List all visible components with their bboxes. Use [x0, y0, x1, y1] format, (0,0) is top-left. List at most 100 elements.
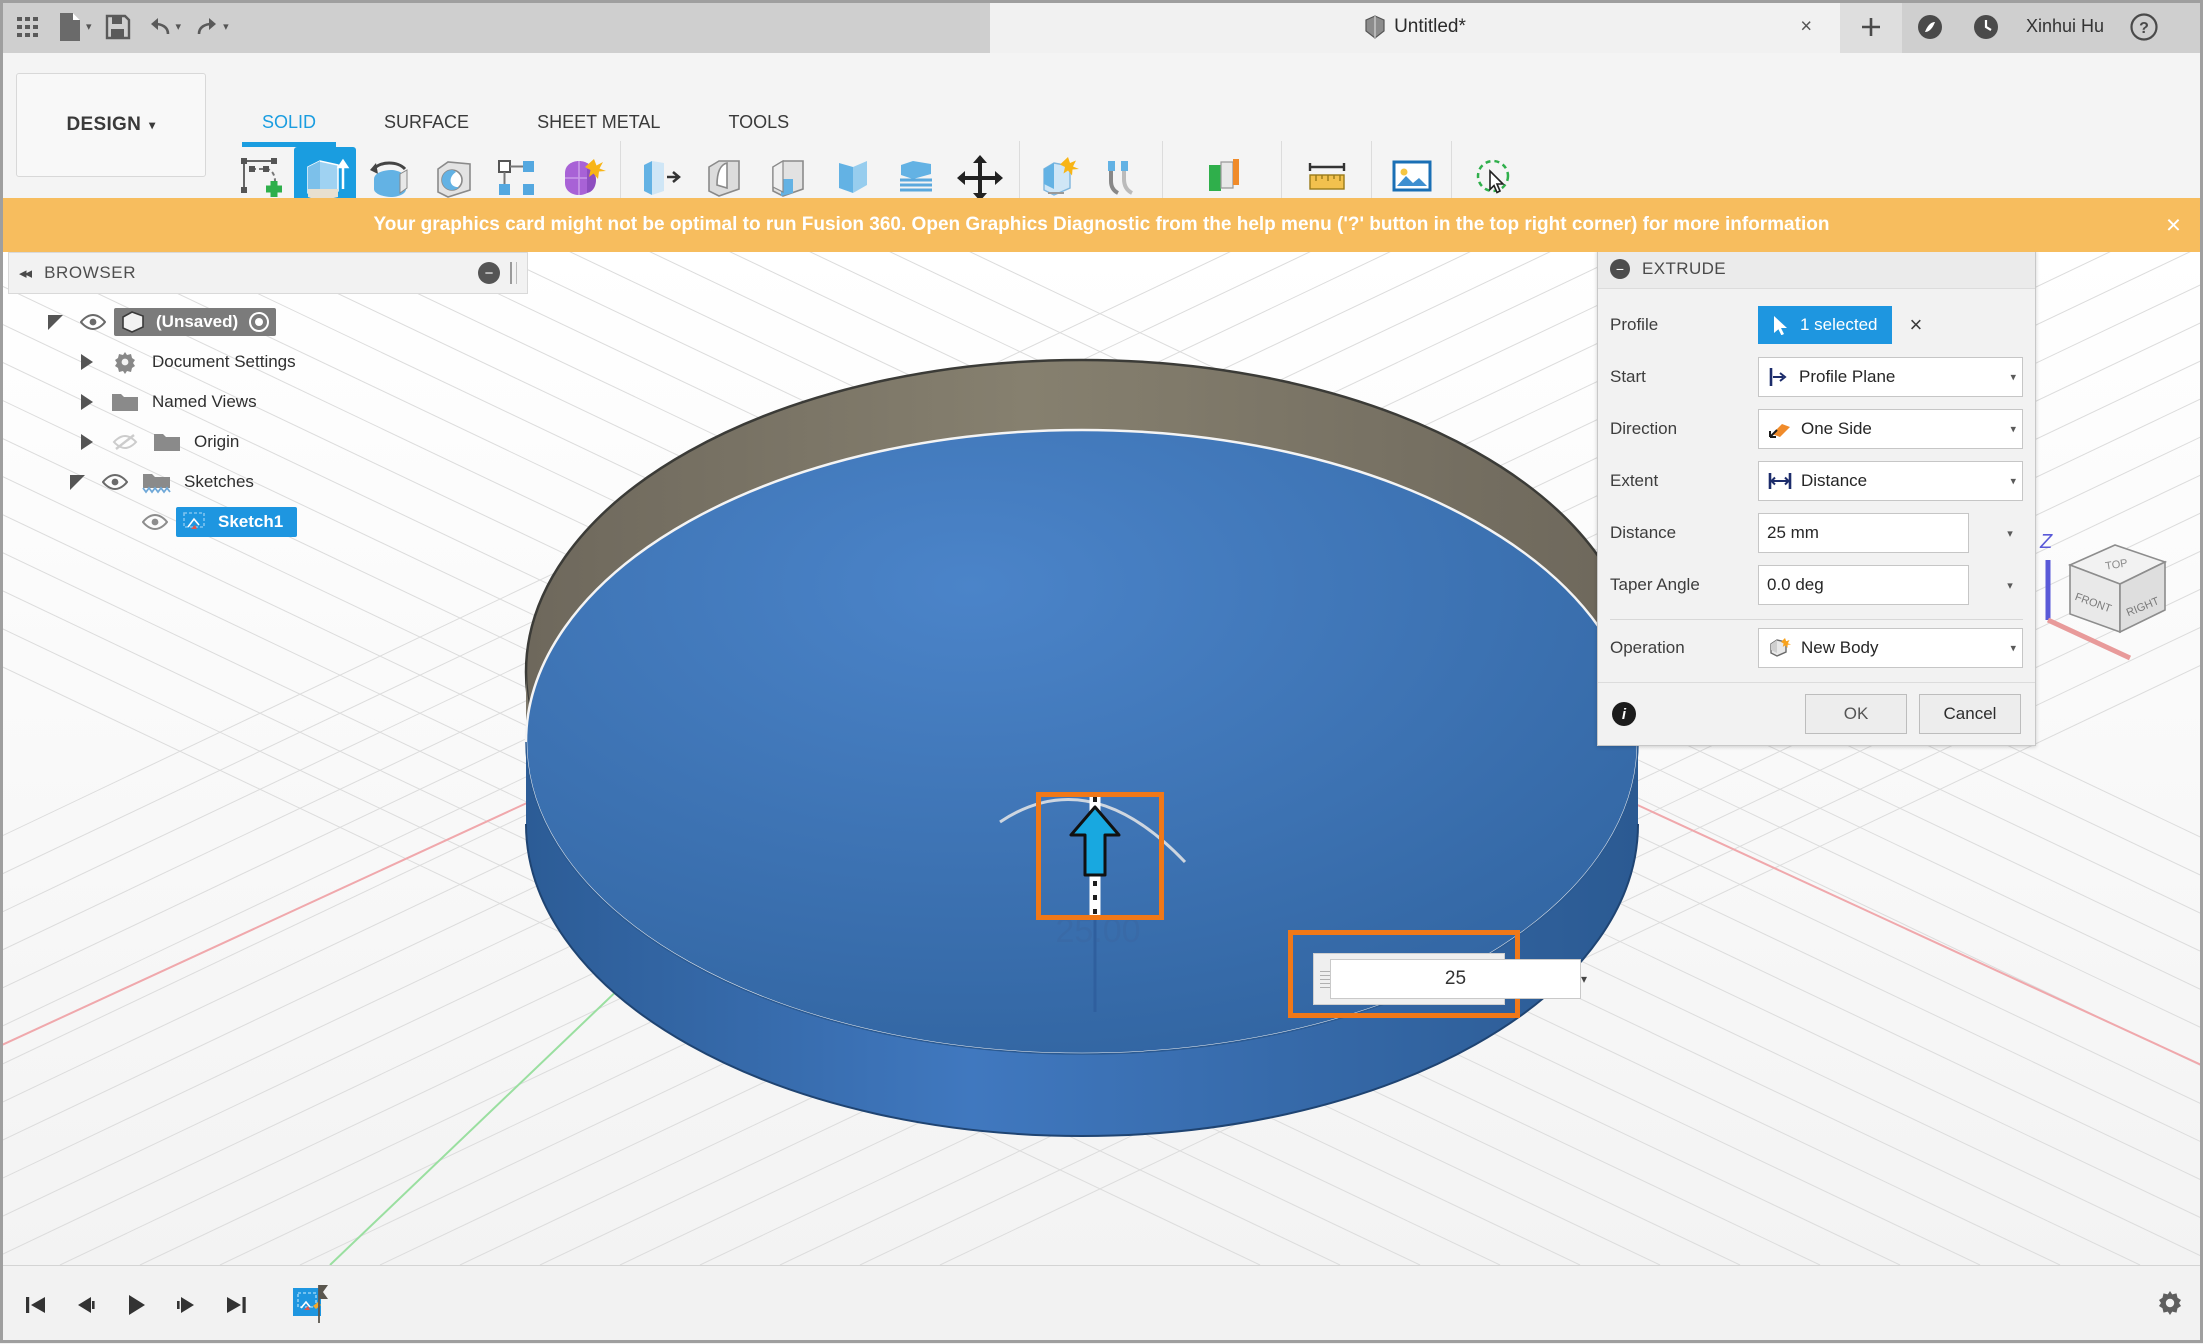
tree-item-sketch1-label: Sketch1: [176, 507, 298, 537]
tree-item-named-views[interactable]: Named Views: [8, 382, 528, 422]
step-back-icon[interactable]: [64, 1283, 108, 1327]
sketch-folder-icon: [136, 470, 178, 494]
undo-caret-icon[interactable]: ▾: [176, 20, 182, 33]
folder-icon: [146, 431, 188, 453]
start-dropdown[interactable]: Profile Plane ▾: [1758, 357, 2023, 397]
inline-distance-editor[interactable]: ▾: [1313, 953, 1587, 1005]
close-icon[interactable]: ×: [2166, 210, 2181, 241]
user-profile-button[interactable]: Xinhui Hu: [2014, 0, 2116, 53]
save-icon[interactable]: [98, 7, 138, 47]
expander-expanded-icon[interactable]: [60, 474, 94, 490]
label-distance: Distance: [1610, 523, 1677, 542]
document-tab-strip: Untitled* ×: [990, 0, 1840, 53]
clear-selection-icon[interactable]: ×: [1910, 312, 1923, 338]
expander-expanded-icon[interactable]: [38, 314, 72, 330]
chevron-down-icon[interactable]: ▾: [2010, 423, 2016, 436]
profile-selection-value: 1 selected: [1800, 315, 1878, 334]
activate-component-radio[interactable]: [248, 311, 270, 333]
jump-to-end-icon[interactable]: [214, 1283, 258, 1327]
info-icon[interactable]: i: [1612, 702, 1636, 726]
new-file-caret-icon[interactable]: ▾: [86, 20, 92, 33]
label-operation: Operation: [1610, 638, 1685, 657]
browser-panel: ◂◂ BROWSER − (Unsaved) Document Settings…: [8, 252, 528, 542]
visibility-hidden-icon[interactable]: [104, 432, 146, 452]
distance-dropdown-caret-icon[interactable]: ▾: [1997, 527, 2023, 540]
expander-collapsed-icon[interactable]: [70, 434, 104, 450]
tree-item-sketches[interactable]: Sketches: [8, 462, 528, 502]
new-file-icon[interactable]: [50, 7, 90, 47]
drag-grip-icon: [1314, 954, 1330, 1004]
tree-item-unsaved[interactable]: (Unsaved): [8, 302, 528, 342]
tree-item-document-settings[interactable]: Document Settings: [8, 342, 528, 382]
folder-icon: [104, 391, 146, 413]
document-tab[interactable]: Untitled* ×: [990, 0, 1840, 53]
redo-caret-icon[interactable]: ▾: [223, 20, 229, 33]
inline-distance-input[interactable]: [1330, 959, 1581, 999]
sketch1-timeline-marker[interactable]: [286, 1277, 342, 1333]
expander-collapsed-icon[interactable]: [70, 354, 104, 370]
chevron-down-icon[interactable]: ▾: [2010, 371, 2016, 384]
step-forward-icon[interactable]: [164, 1283, 208, 1327]
job-status-icon[interactable]: [1958, 0, 2014, 53]
ok-button[interactable]: OK: [1805, 694, 1907, 734]
help-icon[interactable]: ?: [2116, 0, 2172, 53]
jump-to-beginning-icon[interactable]: [14, 1283, 58, 1327]
collapse-panel-icon[interactable]: ◂◂: [19, 264, 32, 282]
tree-item-sketches-label: Sketches: [184, 472, 254, 491]
ribbon: DESIGN ▾ SOLID SURFACE SHEET METAL TOOLS: [0, 53, 2203, 241]
direction-dropdown[interactable]: One Side ▾: [1758, 409, 2023, 449]
graphics-warning-banner: Your graphics card might not be optimal …: [0, 198, 2203, 252]
tab-surface[interactable]: SURFACE: [350, 111, 503, 141]
svg-text:?: ?: [2139, 20, 2149, 37]
one-side-icon: [1767, 418, 1793, 440]
tab-tools[interactable]: TOOLS: [694, 111, 823, 141]
extruded-cylinder: [524, 358, 1640, 1137]
timeline-playback-buttons: [0, 1277, 342, 1333]
expander-collapsed-icon[interactable]: [70, 394, 104, 410]
app-grid-icon[interactable]: [8, 7, 48, 47]
visibility-eye-icon[interactable]: [94, 473, 136, 491]
minimize-icon[interactable]: −: [478, 262, 500, 284]
taper-angle-dropdown-caret-icon[interactable]: ▾: [1997, 579, 2023, 592]
dialog-buttons: OK Cancel: [1805, 694, 2021, 734]
start-value: Profile Plane: [1799, 367, 1896, 386]
chevron-down-icon[interactable]: ▾: [2010, 642, 2016, 655]
view-cube[interactable]: Z TOP FRONT RIGHT: [2020, 520, 2200, 665]
taper-angle-input[interactable]: 0.0 deg: [1758, 565, 1969, 605]
profile-selection-button[interactable]: 1 selected: [1758, 306, 1892, 344]
label-start: Start: [1610, 367, 1646, 386]
undo-icon[interactable]: [140, 7, 180, 47]
distance-input[interactable]: 25 mm: [1758, 513, 1969, 553]
timeline-settings-gear-icon[interactable]: [2155, 1288, 2185, 1323]
label-extent: Extent: [1610, 471, 1659, 490]
user-name: Xinhui Hu: [2026, 16, 2105, 36]
tab-solid[interactable]: SOLID: [228, 111, 350, 147]
quick-access-toolbar: ▾ ▾ ▾: [0, 0, 233, 53]
operation-dropdown[interactable]: New Body ▾: [1758, 628, 2023, 668]
distance-value: 25 mm: [1767, 523, 1819, 542]
tab-sheet-metal[interactable]: SHEET METAL: [503, 111, 694, 141]
redo-icon[interactable]: [187, 7, 227, 47]
visibility-eye-icon[interactable]: [72, 313, 114, 331]
inline-dropdown-caret-icon[interactable]: ▾: [1581, 972, 1587, 986]
new-tab-button[interactable]: [1840, 0, 1902, 53]
extensions-icon[interactable]: [1902, 0, 1958, 53]
z-axis-label: Z: [2039, 531, 2053, 553]
3d-viewport[interactable]: 25.00 ▾ Z: [0, 252, 2203, 1265]
tree-item-sketch1[interactable]: Sketch1: [8, 502, 528, 542]
row-operation: Operation New Body ▾: [1610, 622, 2023, 674]
play-icon[interactable]: [114, 1283, 158, 1327]
timeline-bar: [0, 1265, 2203, 1344]
browser-title: BROWSER: [44, 263, 137, 282]
visibility-eye-icon[interactable]: [134, 513, 176, 531]
cancel-button[interactable]: Cancel: [1919, 694, 2021, 734]
close-tab-icon[interactable]: ×: [1800, 15, 1812, 38]
chevron-down-icon[interactable]: ▾: [2010, 475, 2016, 488]
panel-resize-handle[interactable]: [510, 262, 517, 284]
extent-dropdown[interactable]: Distance ▾: [1758, 461, 2023, 501]
operation-value: New Body: [1801, 638, 1879, 657]
workspace-selector-design[interactable]: DESIGN ▾: [16, 73, 206, 177]
tree-item-origin[interactable]: Origin: [8, 422, 528, 462]
manipulator-highlight-box: [1036, 792, 1164, 920]
minimize-icon[interactable]: −: [1610, 259, 1630, 279]
